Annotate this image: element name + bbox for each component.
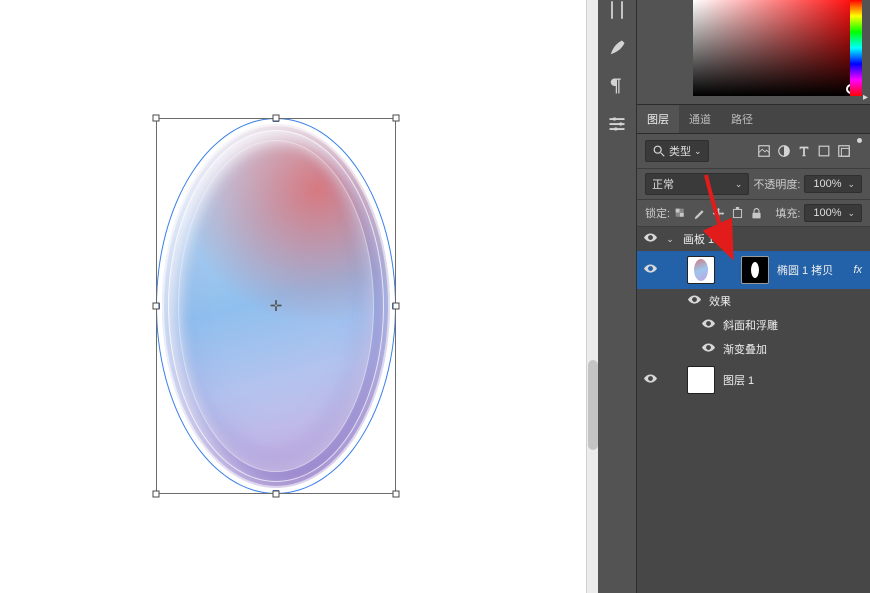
layer-thumbnail[interactable] xyxy=(687,366,715,394)
filter-shape-icon[interactable] xyxy=(817,144,831,158)
fx-badge[interactable]: fx xyxy=(853,264,864,276)
lock-all-icon[interactable] xyxy=(750,207,763,220)
caret-down-icon: ⌄ xyxy=(694,146,702,157)
filter-pixel-icon[interactable] xyxy=(757,144,771,158)
resize-handle-bottom-right[interactable] xyxy=(393,491,400,498)
paragraph-icon[interactable] xyxy=(607,76,627,96)
tab-channels[interactable]: 通道 xyxy=(679,105,721,133)
filter-type-text-icon[interactable] xyxy=(797,144,811,158)
opacity-value: 100% xyxy=(811,178,843,190)
filter-toggle-icon[interactable] xyxy=(857,138,862,143)
collapsed-tool-strip xyxy=(598,0,636,593)
caret-down-icon: ⌄ xyxy=(735,179,743,190)
caret-down-icon: ⌄ xyxy=(847,179,855,190)
layer-row-ellipse[interactable]: 椭圆 1 拷贝 fx xyxy=(637,251,870,289)
visibility-toggle[interactable] xyxy=(643,233,657,245)
visibility-toggle[interactable] xyxy=(701,319,715,331)
transform-selection[interactable]: ✛ xyxy=(156,118,396,494)
color-picker-panel: ▸ xyxy=(637,0,870,104)
lock-row: 锁定: 填充: 100% ⌄ xyxy=(637,200,870,227)
resize-handle-top-mid[interactable] xyxy=(273,115,280,122)
lock-pixels-icon[interactable] xyxy=(693,207,706,220)
opacity-dropdown[interactable]: 100% ⌄ xyxy=(804,175,862,193)
canvas-area[interactable]: ✛ xyxy=(0,0,598,593)
filter-smartobject-icon[interactable] xyxy=(837,144,851,158)
effect-gradient-row[interactable]: 渐变叠加 xyxy=(637,337,870,361)
blend-mode-row: 正常 ⌄ 不透明度: 100% ⌄ xyxy=(637,169,870,200)
search-icon xyxy=(652,144,666,158)
resize-handle-top-right[interactable] xyxy=(393,115,400,122)
resize-handle-top-left[interactable] xyxy=(153,115,160,122)
effects-label: 效果 xyxy=(709,293,731,309)
layer-name[interactable]: 图层 1 xyxy=(723,372,754,388)
brush-icon[interactable] xyxy=(607,38,627,58)
resize-handle-bottom-left[interactable] xyxy=(153,491,160,498)
layer-filter-row: 类型 ⌄ xyxy=(637,134,870,169)
blend-mode-value: 正常 xyxy=(652,176,674,192)
filter-adjustment-icon[interactable] xyxy=(777,144,791,158)
filter-type-label: 类型 xyxy=(669,143,691,159)
visibility-toggle[interactable] xyxy=(643,374,657,386)
guides-icon[interactable] xyxy=(607,0,627,20)
tab-paths[interactable]: 路径 xyxy=(721,105,763,133)
resize-handle-mid-left[interactable] xyxy=(153,303,160,310)
effect-name: 斜面和浮雕 xyxy=(723,317,778,333)
disclosure-toggle[interactable]: ⌄ xyxy=(665,234,675,245)
layers-list: ⌄ 画板 1 椭圆 1 拷贝 fx 效果 斜面和浮雕 渐变叠加 xyxy=(637,227,870,593)
color-field[interactable] xyxy=(693,0,862,96)
layer-thumbnail[interactable] xyxy=(687,256,715,284)
visibility-toggle[interactable] xyxy=(687,295,701,307)
visibility-toggle[interactable] xyxy=(701,343,715,355)
effects-header-row[interactable]: 效果 xyxy=(637,289,870,313)
visibility-toggle[interactable] xyxy=(643,264,657,276)
artboard-row[interactable]: ⌄ 画板 1 xyxy=(637,227,870,251)
effect-name: 渐变叠加 xyxy=(723,341,767,357)
lock-transparency-icon[interactable] xyxy=(674,207,687,220)
fill-value: 100% xyxy=(811,207,843,219)
layer-mask-thumbnail[interactable] xyxy=(741,256,769,284)
caret-down-icon: ⌄ xyxy=(847,208,855,219)
lock-label: 锁定: xyxy=(645,205,670,221)
tab-layers[interactable]: 图层 xyxy=(637,105,679,133)
blend-mode-dropdown[interactable]: 正常 ⌄ xyxy=(645,173,749,195)
opacity-label: 不透明度: xyxy=(753,176,800,192)
adjustments-icon[interactable] xyxy=(607,114,627,134)
expand-arrow-icon[interactable]: ▸ xyxy=(863,92,868,103)
effect-bevel-row[interactable]: 斜面和浮雕 xyxy=(637,313,870,337)
fill-dropdown[interactable]: 100% ⌄ xyxy=(804,204,862,222)
artboard-name[interactable]: 画板 1 xyxy=(683,231,714,247)
hue-slider[interactable] xyxy=(850,0,862,96)
layer-name[interactable]: 椭圆 1 拷贝 xyxy=(777,262,833,278)
lock-artboard-icon[interactable] xyxy=(731,207,744,220)
transform-center-icon[interactable]: ✛ xyxy=(270,297,283,315)
panels-area: ▸ 图层 通道 路径 类型 ⌄ 正常 ⌄ 不透明度: 100% ⌄ 锁定: xyxy=(636,0,870,593)
panel-tabs: 图层 通道 路径 xyxy=(637,104,870,134)
resize-handle-mid-right[interactable] xyxy=(393,303,400,310)
canvas-vertical-scrollbar[interactable] xyxy=(586,0,598,593)
lock-position-icon[interactable] xyxy=(712,207,725,220)
layer-row-background[interactable]: 图层 1 xyxy=(637,361,870,399)
fill-label: 填充: xyxy=(775,205,800,221)
resize-handle-bottom-mid[interactable] xyxy=(273,491,280,498)
filter-type-dropdown[interactable]: 类型 ⌄ xyxy=(645,140,709,162)
